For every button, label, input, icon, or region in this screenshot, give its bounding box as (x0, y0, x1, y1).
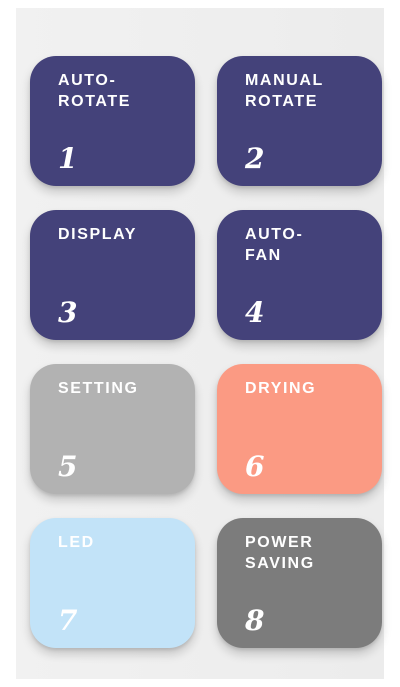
display-number: 3 (58, 296, 78, 329)
manual-rotate-label: MANUAL ROTATE (245, 72, 324, 110)
display-label: DISPLAY (58, 226, 138, 243)
led-button[interactable]: LED 7 (30, 518, 195, 648)
led-number: 7 (58, 604, 78, 637)
power-saving-number: 8 (245, 604, 265, 637)
drying-button[interactable]: DRYING 6 (217, 364, 382, 494)
auto-fan-number: 4 (245, 296, 265, 329)
auto-fan-button[interactable]: AUTO- FAN 4 (217, 210, 382, 340)
display-button[interactable]: DISPLAY 3 (30, 210, 195, 340)
drying-number: 6 (245, 450, 265, 483)
drying-label: DRYING (245, 380, 317, 397)
setting-number: 5 (58, 450, 78, 483)
auto-rotate-label: AUTO- ROTATE (58, 72, 131, 110)
power-saving-label: POWER SAVING (245, 534, 315, 572)
led-label: LED (58, 534, 95, 551)
auto-fan-label: AUTO- FAN (245, 226, 304, 264)
setting-label: SETTING (58, 380, 139, 397)
setting-button[interactable]: SETTING 5 (30, 364, 195, 494)
manual-rotate-number: 2 (245, 142, 265, 175)
auto-rotate-number: 1 (58, 142, 78, 175)
power-saving-button[interactable]: POWER SAVING 8 (217, 518, 382, 648)
manual-rotate-button[interactable]: MANUAL ROTATE 2 (217, 56, 382, 186)
auto-rotate-button[interactable]: AUTO- ROTATE 1 (30, 56, 195, 186)
